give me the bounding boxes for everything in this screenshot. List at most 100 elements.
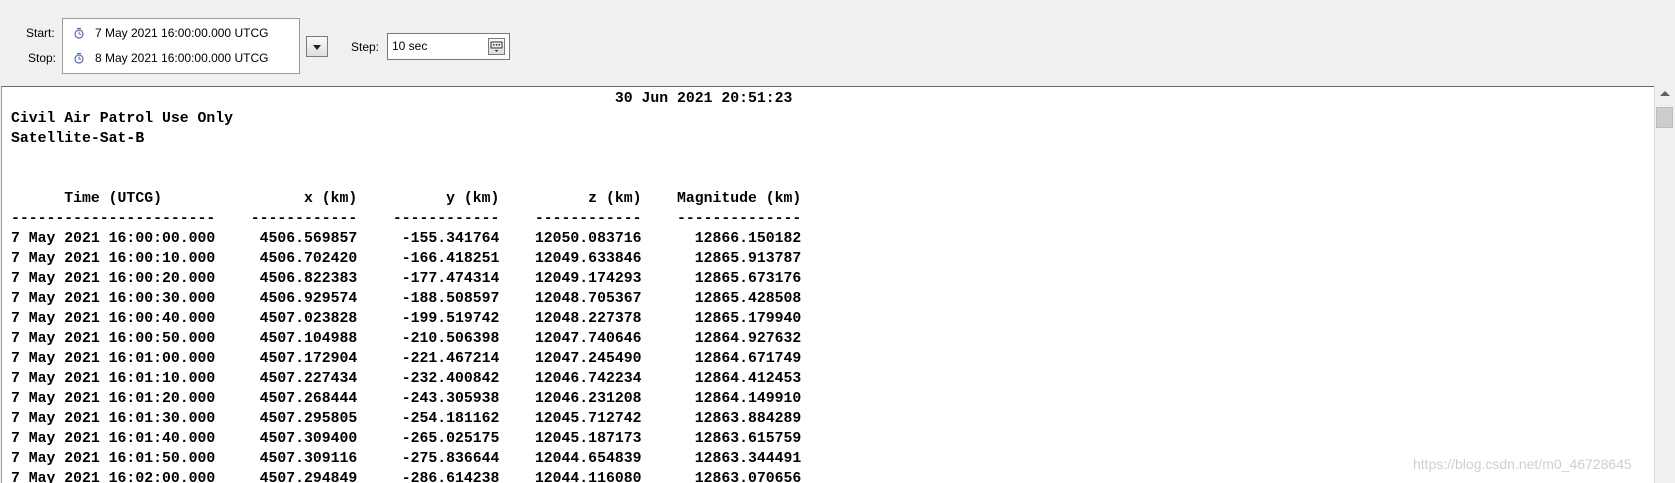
value-cell: 12865.673176: [641, 271, 802, 287]
value-cell: -286.614238: [357, 471, 500, 483]
value-cell: 12865.179940: [641, 311, 802, 327]
time-cell: 7 May 2021 16:02:00.000: [11, 471, 216, 483]
value-cell: 12864.671749: [641, 351, 802, 367]
value-cell: -210.506398: [357, 331, 500, 347]
value-cell: -188.508597: [357, 291, 500, 307]
header-divider: ----------------------- ------------ ---…: [11, 211, 802, 227]
stop-clock-icon: [74, 52, 84, 64]
value-cell: -177.474314: [357, 271, 500, 287]
value-cell: 12863.070656: [641, 471, 802, 483]
value-cell: 12045.712742: [499, 411, 642, 427]
time-cell: 7 May 2021 16:01:00.000: [11, 351, 216, 367]
table-row: 7 May 2021 16:02:00.000 4507.294849 -286…: [11, 471, 801, 483]
step-field[interactable]: 10 sec: [387, 33, 510, 60]
value-cell: 12864.927632: [641, 331, 802, 347]
table-row: 7 May 2021 16:00:20.000 4506.822383 -177…: [11, 271, 801, 287]
value-cell: 4507.309116: [215, 451, 358, 467]
column-header: y (km): [357, 191, 500, 207]
time-cell: 7 May 2021 16:00:20.000: [11, 271, 216, 287]
value-cell: -232.400842: [357, 371, 500, 387]
start-clock-icon: [74, 27, 84, 39]
report-header-row: Time (UTCG) x (km) y (km) z (km) Magnitu…: [11, 191, 801, 207]
value-cell: -265.025175: [357, 431, 500, 447]
vertical-scrollbar[interactable]: [1654, 86, 1675, 483]
time-cell: 7 May 2021 16:01:10.000: [11, 371, 216, 387]
value-cell: 12044.654839: [499, 451, 642, 467]
stop-label: Stop:: [28, 51, 57, 65]
start-time-value: 7 May 2021 16:00:00.000 UTCG: [95, 26, 269, 40]
column-header: z (km): [499, 191, 642, 207]
time-period-field[interactable]: 7 May 2021 16:00:00.000 UTCG 8 May 2021 …: [62, 18, 300, 74]
value-cell: 12863.884289: [641, 411, 802, 427]
column-header: x (km): [215, 191, 358, 207]
time-cell: 7 May 2021 16:00:10.000: [11, 251, 216, 267]
table-row: 7 May 2021 16:00:30.000 4506.929574 -188…: [11, 291, 801, 307]
report-title: Civil Air Patrol Use Only: [11, 111, 233, 127]
value-cell: 12048.227378: [499, 311, 642, 327]
value-cell: 12048.705367: [499, 291, 642, 307]
value-cell: 12866.150182: [641, 231, 802, 247]
report-timestamp: 30 Jun 2021 20:51:23: [614, 91, 793, 107]
stop-time-value: 8 May 2021 16:00:00.000 UTCG: [95, 51, 269, 65]
value-cell: 4507.172904: [215, 351, 358, 367]
value-cell: 12049.174293: [499, 271, 642, 287]
time-cell: 7 May 2021 16:00:00.000: [11, 231, 216, 247]
time-period-dropdown-button[interactable]: [306, 36, 328, 57]
value-cell: 12864.149910: [641, 391, 802, 407]
table-row: 7 May 2021 16:01:30.000 4507.295805 -254…: [11, 411, 801, 427]
table-row: 7 May 2021 16:00:40.000 4507.023828 -199…: [11, 311, 801, 327]
table-row: 7 May 2021 16:01:10.000 4507.227434 -232…: [11, 371, 801, 387]
value-cell: -275.836644: [357, 451, 500, 467]
report-object-name: Satellite-Sat-B: [11, 131, 145, 147]
step-label: Step:: [351, 40, 380, 54]
chevron-down-icon: [313, 45, 321, 50]
start-time-row[interactable]: 7 May 2021 16:00:00.000 UTCG: [73, 25, 268, 41]
table-row: 7 May 2021 16:01:00.000 4507.172904 -221…: [11, 351, 801, 367]
value-cell: 12044.116080: [499, 471, 642, 483]
value-cell: 12047.245490: [499, 351, 642, 367]
report-text: 30 Jun 2021 20:51:23 Civil Air Patrol Us…: [11, 89, 801, 483]
column-header: Magnitude (km): [641, 191, 802, 207]
value-cell: -243.305938: [357, 391, 500, 407]
value-cell: 12863.615759: [641, 431, 802, 447]
report-view[interactable]: 30 Jun 2021 20:51:23 Civil Air Patrol Us…: [1, 86, 1655, 483]
time-cell: 7 May 2021 16:01:20.000: [11, 391, 216, 407]
scrollbar-thumb[interactable]: [1656, 107, 1673, 128]
value-cell: -166.418251: [357, 251, 500, 267]
value-cell: 12863.344491: [641, 451, 802, 467]
time-toolbar: Start: Stop: 7 May 2021 16:00:00.000 UTC…: [0, 0, 1675, 86]
value-cell: 12865.913787: [641, 251, 802, 267]
value-cell: 12045.187173: [499, 431, 642, 447]
value-cell: -199.519742: [357, 311, 500, 327]
value-cell: 12047.740646: [499, 331, 642, 347]
value-cell: 4506.569857: [215, 231, 358, 247]
value-cell: 4507.295805: [215, 411, 358, 427]
table-row: 7 May 2021 16:00:10.000 4506.702420 -166…: [11, 251, 801, 267]
stop-time-row[interactable]: 8 May 2021 16:00:00.000 UTCG: [73, 50, 268, 66]
value-cell: 12046.231208: [499, 391, 642, 407]
keypad-icon: [490, 41, 503, 52]
value-cell: 4506.702420: [215, 251, 358, 267]
value-cell: 4507.294849: [215, 471, 358, 483]
step-edit-button[interactable]: [488, 38, 505, 55]
time-cell: 7 May 2021 16:00:40.000: [11, 311, 216, 327]
value-cell: 4507.309400: [215, 431, 358, 447]
column-header: Time (UTCG): [11, 191, 216, 207]
start-label: Start:: [26, 26, 55, 40]
value-cell: 12864.412453: [641, 371, 802, 387]
value-cell: 4507.023828: [215, 311, 358, 327]
table-row: 7 May 2021 16:00:50.000 4507.104988 -210…: [11, 331, 801, 347]
time-cell: 7 May 2021 16:00:30.000: [11, 291, 216, 307]
value-cell: 4506.929574: [215, 291, 358, 307]
step-value: 10 sec: [392, 39, 428, 53]
value-cell: 4507.227434: [215, 371, 358, 387]
value-cell: -155.341764: [357, 231, 500, 247]
value-cell: 12050.083716: [499, 231, 642, 247]
time-cell: 7 May 2021 16:00:50.000: [11, 331, 216, 347]
time-cell: 7 May 2021 16:01:50.000: [11, 451, 216, 467]
value-cell: 12046.742234: [499, 371, 642, 387]
value-cell: 12049.633846: [499, 251, 642, 267]
value-cell: 4506.822383: [215, 271, 358, 287]
scroll-up-arrow-icon[interactable]: [1660, 91, 1670, 96]
table-row: 7 May 2021 16:01:50.000 4507.309116 -275…: [11, 451, 801, 467]
